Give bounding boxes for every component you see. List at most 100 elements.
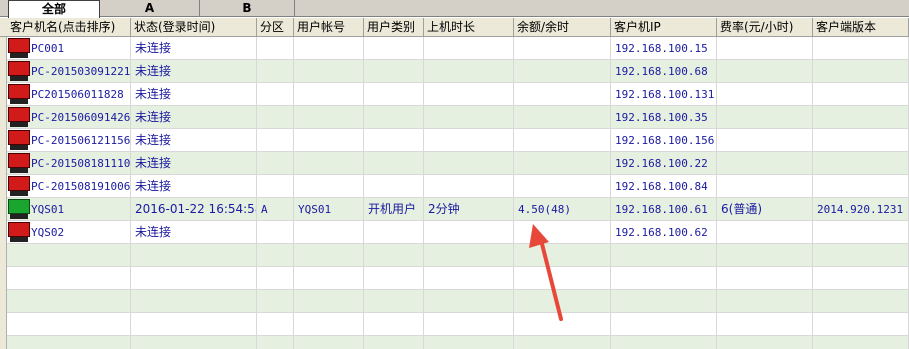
table-row[interactable]: PC-201508181110 未连接 192.168.100.22 (0, 152, 909, 175)
cell-partition: A (257, 198, 294, 221)
cell-balance (514, 83, 611, 106)
empty-cell (364, 267, 424, 290)
empty-cell (514, 336, 611, 349)
cell-version (813, 37, 909, 60)
table-row[interactable]: PC-201506091426 未连接 192.168.100.35 (0, 106, 909, 129)
cell-ip: 192.168.100.35 (611, 106, 717, 129)
cell-duration (424, 221, 514, 244)
cell-user-type (364, 60, 424, 83)
empty-cell (364, 244, 424, 267)
cell-client-name: YQS01 (7, 198, 131, 221)
empty-cell (424, 290, 514, 313)
empty-cell (717, 290, 813, 313)
cell-partition (257, 60, 294, 83)
computer-offline-icon (8, 61, 30, 81)
table-row[interactable]: PC-201503091221 未连接 192.168.100.68 (0, 60, 909, 83)
client-name-text: PC001 (31, 42, 65, 55)
cell-duration: 2分钟 (424, 198, 514, 221)
cell-rate (717, 221, 813, 244)
table-header: 客户机名(点击排序) 状态(登录时间) 分区 用户帐号 用户类别 上机时长 余额… (0, 18, 909, 37)
computer-online-icon (8, 199, 30, 219)
table-row[interactable]: PC201506011828 未连接 192.168.100.131 (0, 83, 909, 106)
empty-cell (7, 313, 131, 336)
col-header-user-type[interactable]: 用户类别 (364, 18, 424, 37)
col-header-name[interactable]: 客户机名(点击排序) (7, 18, 131, 37)
cell-version (813, 106, 909, 129)
tab-a[interactable]: A (100, 0, 200, 17)
empty-cell (611, 267, 717, 290)
empty-cell (424, 244, 514, 267)
empty-cell (813, 267, 909, 290)
table-row[interactable]: PC-201508191006 未连接 192.168.100.84 (0, 175, 909, 198)
cell-rate (717, 106, 813, 129)
empty-cell (813, 336, 909, 349)
client-name-text: PC-201506091426 (31, 111, 131, 124)
empty-cell (514, 290, 611, 313)
empty-cell (294, 290, 364, 313)
client-name-text: PC-201508191006 (31, 180, 131, 193)
empty-cell (257, 313, 294, 336)
col-header-balance[interactable]: 余额/余时 (514, 18, 611, 37)
table-row[interactable]: PC001 未连接 192.168.100.15 (0, 37, 909, 60)
table-row[interactable]: PC-201506121156 未连接 192.168.100.156 (0, 129, 909, 152)
cell-ip: 192.168.100.62 (611, 221, 717, 244)
cell-client-name: PC-201508181110 (7, 152, 131, 175)
cell-duration (424, 175, 514, 198)
cell-version (813, 60, 909, 83)
cell-rate (717, 152, 813, 175)
empty-cell (514, 267, 611, 290)
cell-client-name: PC001 (7, 37, 131, 60)
cell-status: 未连接 (131, 129, 257, 152)
cell-partition (257, 37, 294, 60)
col-header-duration[interactable]: 上机时长 (424, 18, 514, 37)
computer-offline-icon (8, 176, 30, 196)
empty-cell (294, 267, 364, 290)
empty-cell (364, 290, 424, 313)
computer-offline-icon (8, 130, 30, 150)
cell-rate (717, 175, 813, 198)
cell-status: 未连接 (131, 106, 257, 129)
cell-rate (717, 60, 813, 83)
empty-cell (131, 313, 257, 336)
tab-strip: 全部 A B (0, 0, 909, 18)
computer-offline-icon (8, 107, 30, 127)
cell-status: 未连接 (131, 152, 257, 175)
cell-partition (257, 221, 294, 244)
col-header-ip[interactable]: 客户机IP (611, 18, 717, 37)
col-header-partition[interactable]: 分区 (257, 18, 294, 37)
empty-cell (294, 336, 364, 349)
cell-duration (424, 106, 514, 129)
cell-balance (514, 129, 611, 152)
cell-rate: 6(普通) (717, 198, 813, 221)
empty-cell (294, 244, 364, 267)
empty-row (0, 290, 909, 313)
empty-cell (131, 244, 257, 267)
col-header-rate[interactable]: 费率(元/小时) (717, 18, 813, 37)
cell-partition (257, 83, 294, 106)
cell-version: 2014.920.1231 (813, 198, 909, 221)
empty-cell (717, 313, 813, 336)
empty-row (0, 336, 909, 349)
empty-row (0, 313, 909, 336)
cell-duration (424, 83, 514, 106)
tab-b[interactable]: B (200, 0, 295, 17)
cell-user-type (364, 152, 424, 175)
col-header-status[interactable]: 状态(登录时间) (131, 18, 257, 37)
cell-account (294, 106, 364, 129)
cell-account (294, 60, 364, 83)
tab-all[interactable]: 全部 (8, 0, 100, 18)
empty-cell (813, 244, 909, 267)
cell-balance (514, 175, 611, 198)
empty-cell (611, 290, 717, 313)
cell-user-type (364, 175, 424, 198)
table-row[interactable]: YQS01 2016-01-22 16:54:58 A YQS01 开机用户 2分钟 4.5… (0, 198, 909, 221)
empty-cell (424, 267, 514, 290)
cell-duration (424, 152, 514, 175)
table-row[interactable]: YQS02 未连接 192.168.100.62 (0, 221, 909, 244)
col-header-account[interactable]: 用户帐号 (294, 18, 364, 37)
cell-client-name: PC-201506091426 (7, 106, 131, 129)
empty-row (0, 244, 909, 267)
cell-partition (257, 129, 294, 152)
cell-account (294, 37, 364, 60)
col-header-version[interactable]: 客户端版本 (813, 18, 909, 37)
